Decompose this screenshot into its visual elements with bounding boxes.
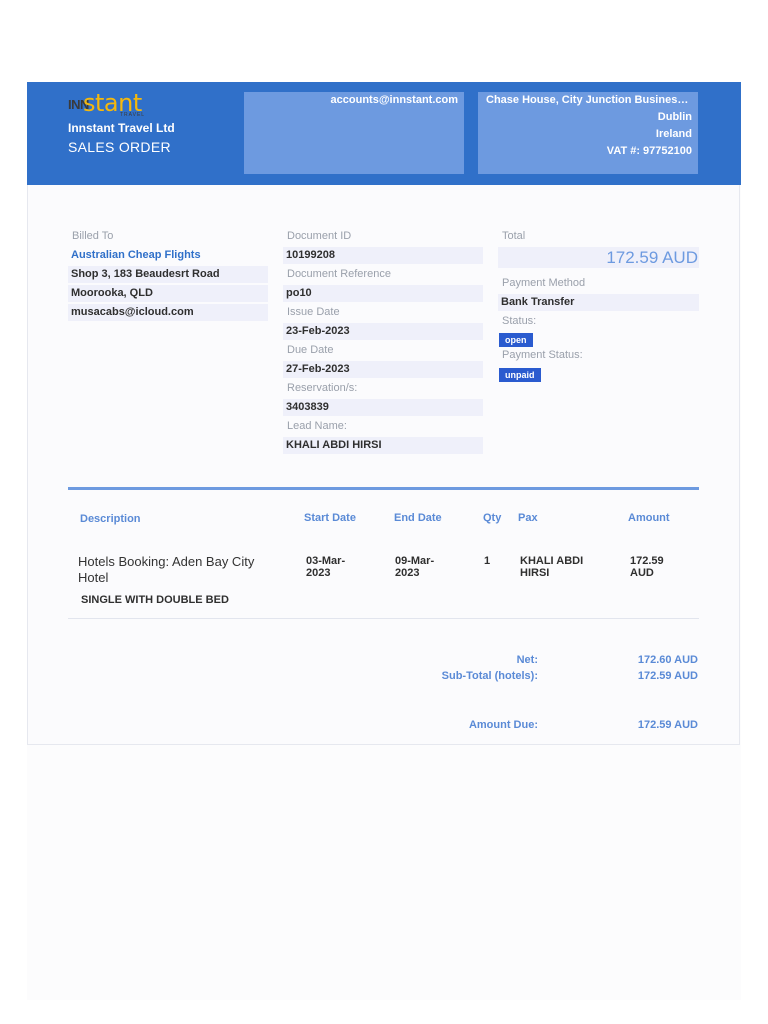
subtotal-value: 172.59 AUD xyxy=(637,670,698,682)
address-country: Ireland xyxy=(655,128,692,140)
payment-method-label: Payment Method xyxy=(502,277,586,289)
subtotal-label: Sub-Total (hotels): xyxy=(441,670,538,682)
billed-to-email: musacabs@icloud.com xyxy=(68,304,268,321)
company-name: Innstant Travel Ltd xyxy=(68,121,175,135)
reservation-value: 3403839 xyxy=(283,399,483,416)
lead-name-value: KHALI ABDI HIRSI xyxy=(283,437,483,454)
company-logo: INN stant TRAVEL xyxy=(68,89,158,118)
billed-to-street: Shop 3, 183 Beaudesrt Road xyxy=(68,266,268,283)
billed-to-name: Australian Cheap Flights xyxy=(71,249,201,261)
issue-date-label: Issue Date xyxy=(287,306,340,318)
due-date-label: Due Date xyxy=(287,344,334,356)
net-label: Net: xyxy=(516,654,538,666)
column-header-end-date: End Date xyxy=(394,512,442,524)
column-header-description: Description xyxy=(80,513,141,525)
column-header-amount: Amount xyxy=(628,512,670,524)
payment-method-value: Bank Transfer xyxy=(498,294,699,311)
amount-due-label: Amount Due: xyxy=(468,719,538,731)
issue-date-value: 23-Feb-2023 xyxy=(283,323,483,340)
logo-tagline: TRAVEL xyxy=(120,112,146,118)
row-amount: 172.59 AUD xyxy=(630,555,664,579)
address-city: Dublin xyxy=(657,111,692,123)
row-qty: 1 xyxy=(484,555,491,567)
due-date-value: 27-Feb-2023 xyxy=(283,361,483,378)
column-header-pax: Pax xyxy=(518,512,538,524)
lead-name-label: Lead Name: xyxy=(287,420,347,432)
total-label: Total xyxy=(502,230,526,242)
row-start-date: 03-Mar-2023 xyxy=(306,555,346,579)
payment-status-badge: unpaid xyxy=(499,368,541,382)
amount-due-value: 172.59 AUD xyxy=(637,719,698,731)
reservation-label: Reservation/s: xyxy=(287,382,358,394)
document-ref-label: Document Reference xyxy=(287,268,391,280)
billed-to-label: Billed To xyxy=(72,230,114,242)
total-amount: 172.59 AUD xyxy=(498,247,699,268)
contact-email[interactable]: accounts@innstant.com xyxy=(331,94,458,106)
status-label: Status: xyxy=(502,315,537,327)
billed-to-city: Moorooka, QLD xyxy=(68,285,268,302)
document-id-label: Document ID xyxy=(287,230,352,242)
row-end-date: 09-Mar-2023 xyxy=(395,555,435,579)
row-room-type: SINGLE WITH DOUBLE BED xyxy=(81,594,229,606)
row-description: Hotels Booking: Aden Bay City Hotel xyxy=(78,554,255,585)
document-ref-value: po10 xyxy=(283,285,483,302)
net-value: 172.60 AUD xyxy=(637,654,698,666)
table-bottom-rule xyxy=(68,618,699,619)
status-badge: open xyxy=(499,333,533,347)
column-header-qty: Qty xyxy=(483,512,502,524)
contact-box: accounts@innstant.com xyxy=(244,92,464,174)
vat-number: VAT #: 97752100 xyxy=(606,145,692,157)
address-box: Chase House, City Junction Business Park… xyxy=(478,92,698,174)
payment-status-label: Payment Status: xyxy=(502,349,583,361)
address-line-1: Chase House, City Junction Business Park xyxy=(486,94,692,106)
document-title: SALES ORDER xyxy=(68,139,171,155)
row-pax: KHALI ABDI HIRSI xyxy=(520,555,584,579)
column-header-start-date: Start Date xyxy=(304,512,356,524)
document-id-value: 10199208 xyxy=(283,247,483,264)
